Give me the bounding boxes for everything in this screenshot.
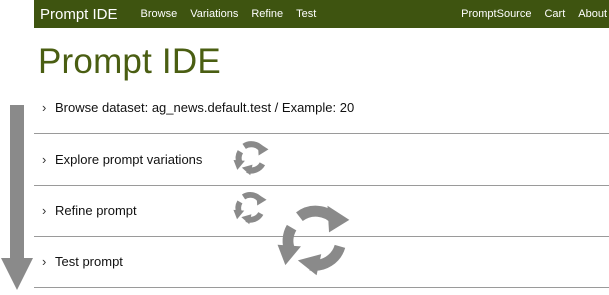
refresh-cycle-icon [277,205,350,276]
top-navbar: Prompt IDE Browse Variations Refine Test… [34,0,609,28]
nav-link-promptsource[interactable]: PromptSource [461,8,531,20]
section-browse-dataset[interactable]: › Browse dataset: ag_news.default.test /… [34,82,609,134]
nav-right-group: PromptSource Cart About [448,8,609,20]
nav-link-browse[interactable]: Browse [141,8,178,20]
chevron-right-icon: › [42,254,47,269]
nav-link-refine[interactable]: Refine [251,8,283,20]
section-label: Refine prompt [55,203,137,218]
section-label: Explore prompt variations [55,152,203,167]
chevron-right-icon: › [42,152,47,167]
nav-link-about[interactable]: About [578,8,607,20]
nav-link-test[interactable]: Test [296,8,316,20]
brand-link[interactable]: Prompt IDE [40,6,118,23]
section-label: Test prompt [55,254,123,269]
chevron-right-icon: › [42,100,47,115]
nav-left-group: Browse Variations Refine Test [128,8,317,20]
refresh-cycle-icon [233,141,269,176]
section-explore-variations[interactable]: › Explore prompt variations [34,134,609,186]
page-title: Prompt IDE [38,42,221,81]
chevron-right-icon: › [42,203,47,218]
refresh-cycle-icon [233,192,267,225]
section-label: Browse dataset: ag_news.default.test / E… [55,100,355,115]
nav-link-variations[interactable]: Variations [190,8,238,20]
arrow-down-icon [1,105,33,290]
page: Prompt IDE Browse Variations Refine Test… [0,0,609,295]
nav-link-cart[interactable]: Cart [544,8,565,20]
